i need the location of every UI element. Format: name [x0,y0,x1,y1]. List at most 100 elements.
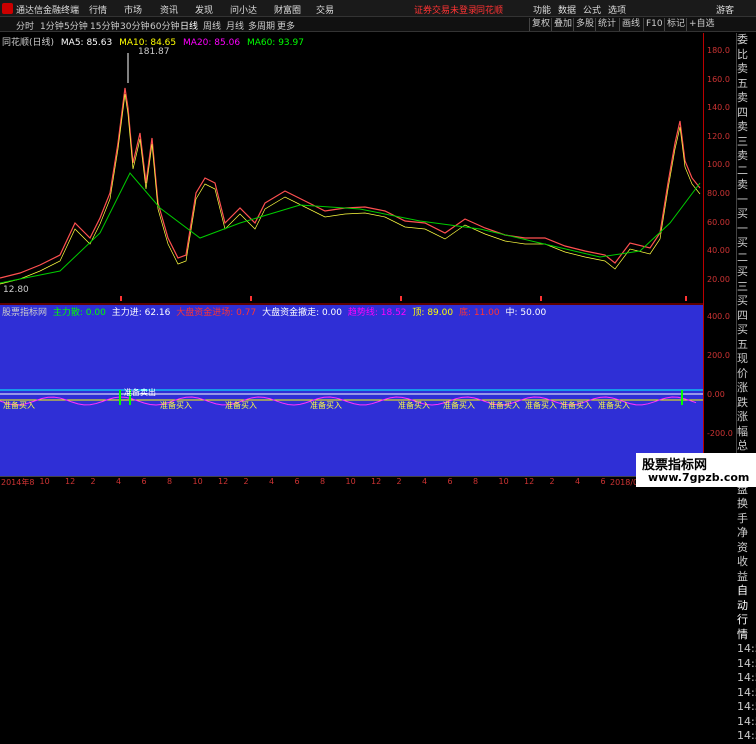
quote-label: 净资 [737,526,748,554]
price-tick: 100.0 [707,160,730,170]
menu-function[interactable]: 功能 [533,3,551,16]
quote-label: 卖一 [737,178,748,206]
ind-item-0: 主力散: 0.00 [52,308,106,318]
period-tab-60min[interactable]: 60分钟 [150,19,179,32]
stats-button[interactable]: 统计 [595,18,618,31]
quote-label: 卖四 [737,91,748,119]
f10-button[interactable]: F10 [643,18,665,31]
quote-label: 自动 [737,584,748,612]
chart-title: 同花顺(日线) [2,38,55,48]
signal-tick [540,296,542,301]
time-label: 6 [447,477,453,486]
time-label: 6 [141,477,147,486]
time-label: 2 [90,477,96,486]
indicator-tick: 400.0 [707,312,730,321]
period-tab-multi[interactable]: 多周期 [248,19,275,32]
ind-item-2: 大盘资金进场: 0.77 [176,308,257,318]
time-label: 4 [116,477,122,486]
time-label: 10 [498,477,509,486]
multi-stock-button[interactable]: 多股 [573,18,596,31]
time-label: 4 [575,477,581,486]
watermark: 股票指标网 www.7gpzb.com [636,453,756,487]
y-axis: 180.0 160.0 140.0 120.0 100.0 80.00 60.00 40.00… [703,33,736,477]
menu-market[interactable]: 市场 [124,3,142,16]
price-tick: 180.0 [707,46,730,55]
period-tab-5min[interactable]: 5分钟 [64,19,88,32]
period-tab-more[interactable]: 更多 [277,19,295,32]
menu-formula[interactable]: 公式 [583,3,601,16]
time-label: 12 [65,477,76,486]
buy-signal-label: 准备买入 [598,401,630,410]
quote-label: 买四 [737,294,748,322]
time-label: 8 [167,477,173,486]
period-tab-weekly[interactable]: 周线 [203,19,221,32]
buy-signal-label: 准备买入 [560,401,592,410]
period-tab-monthly[interactable]: 月线 [226,19,244,32]
mark-button[interactable]: 标记 [664,18,687,31]
quote-panel: 委比卖五卖四卖三卖二卖一买一买二买三买四买五现价涨跌涨幅总量外盘换手净资收益自动… [736,33,756,742]
time-label: 8 [320,477,326,486]
signal-tick [685,296,687,301]
menu-guest[interactable]: 游客 [716,3,734,16]
ind-item-1: 主力进: 62.16 [111,308,171,318]
quote-label: 14:5 [737,656,756,670]
time-label: 6 [600,477,606,486]
time-label: 4 [269,477,275,486]
menu-quotes[interactable]: 行情 [89,3,107,16]
buy-signal-label: 准备买入 [310,401,342,410]
ind-item-3: 大盘资金撤走: 0.00 [262,308,342,318]
menu-news[interactable]: 资讯 [160,3,178,16]
time-label: 12 [371,477,382,486]
menu-trade[interactable]: 交易 [316,3,334,16]
period-tab-timeline[interactable]: 分时 [16,19,34,32]
menu-discover[interactable]: 发现 [195,3,213,16]
quote-label: 涨跌 [737,381,748,409]
menu-data[interactable]: 数据 [558,3,576,16]
time-label: 10 [192,477,203,486]
period-tab-30min[interactable]: 30分钟 [120,19,149,32]
time-label: 2 [396,477,402,486]
quote-label: 换手 [737,497,748,525]
quote-label: 行情 [737,613,748,641]
quote-label: 涨幅 [737,410,748,438]
buy-signal-label: 准备买入 [525,401,557,410]
menu-assistant[interactable]: 问小达 [230,3,257,16]
time-label: 10 [345,477,356,486]
buy-signal-label: 准备买入 [160,401,192,410]
ind-item-7: 中: 50.00 [505,308,547,318]
time-label: 12 [524,477,535,486]
period-tab-15min[interactable]: 15分钟 [90,19,119,32]
low-price-label: 12.80 [3,285,29,295]
add-watchlist-button[interactable]: +自选 [686,18,717,31]
draw-button[interactable]: 画线 [619,18,642,31]
price-tick: 80.00 [707,189,730,198]
quote-label: 买二 [737,236,748,264]
ma5-label: MA5: 85.63 [60,38,113,48]
indicator-name[interactable]: 股票指标网 [2,308,47,318]
period-tab-1min[interactable]: 1分钟 [40,19,64,32]
title-bar: 通达信金融终端 行情 市场 资讯 发现 问小达 财富圈 交易 证券交易未登录 同… [0,0,756,17]
period-tab-daily[interactable]: 日线 [180,19,198,32]
menu-wealth[interactable]: 财富圈 [274,3,301,16]
adjust-button[interactable]: 复权 [529,18,552,31]
ind-item-4: 趋势线: 18.52 [347,308,407,318]
overlay-button[interactable]: 叠加 [551,18,574,31]
time-label: 2 [549,477,555,486]
ma60-label: MA60: 93.97 [246,38,304,48]
high-price-label: 181.87 [138,47,170,57]
signal-tick [400,296,402,301]
menu-options[interactable]: 选项 [608,3,626,16]
quote-label: 买三 [737,265,748,293]
quote-label: 卖二 [737,149,748,177]
price-tick: 140.0 [707,103,730,113]
price-tick: 20.00 [707,274,730,284]
quote-label: 买五 [737,323,748,351]
quote-label: 卖五 [737,62,748,90]
time-label: 8 [473,477,479,486]
period-toolbar: 分时 1分钟 5分钟 15分钟 30分钟 60分钟 日线 周线 月线 多周期 更… [0,17,756,32]
sell-signal-label: 准备卖出 [124,388,156,397]
ma20-label: MA20: 85.06 [183,38,241,48]
quote-label: 14:5 [737,714,756,728]
login-notice[interactable]: 证券交易未登录 [414,3,477,16]
time-label: 2 [243,477,249,486]
